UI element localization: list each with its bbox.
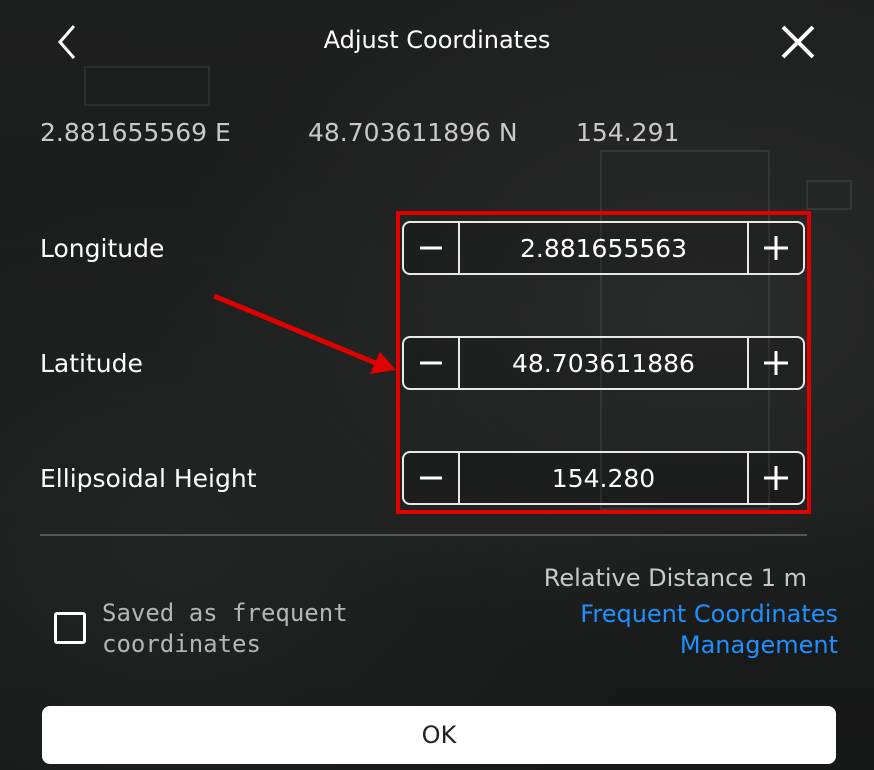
hud-frame-box (806, 180, 852, 210)
save-frequent-label: Saved as frequent coordinates (102, 599, 348, 658)
highlight-box (396, 211, 811, 514)
current-height: 154.291 (576, 118, 680, 147)
height-label: Ellipsoidal Height (40, 464, 257, 493)
current-longitude: 2.881655569 E (40, 118, 231, 147)
page-title: Adjust Coordinates (323, 26, 551, 54)
save-frequent-checkbox[interactable] (54, 612, 86, 644)
close-button[interactable] (778, 22, 818, 62)
close-icon (781, 25, 815, 59)
divider (40, 534, 807, 536)
frequent-coordinates-link[interactable]: Frequent Coordinates Management (518, 599, 838, 661)
relative-distance: Relative Distance 1 m (543, 564, 807, 592)
current-latitude: 48.703611896 N (308, 118, 518, 147)
ok-button[interactable]: OK (42, 706, 836, 764)
annotation-arrow-icon (213, 293, 396, 374)
longitude-label: Longitude (40, 234, 165, 263)
latitude-label: Latitude (40, 349, 143, 378)
hud-zoom-box (84, 66, 210, 106)
